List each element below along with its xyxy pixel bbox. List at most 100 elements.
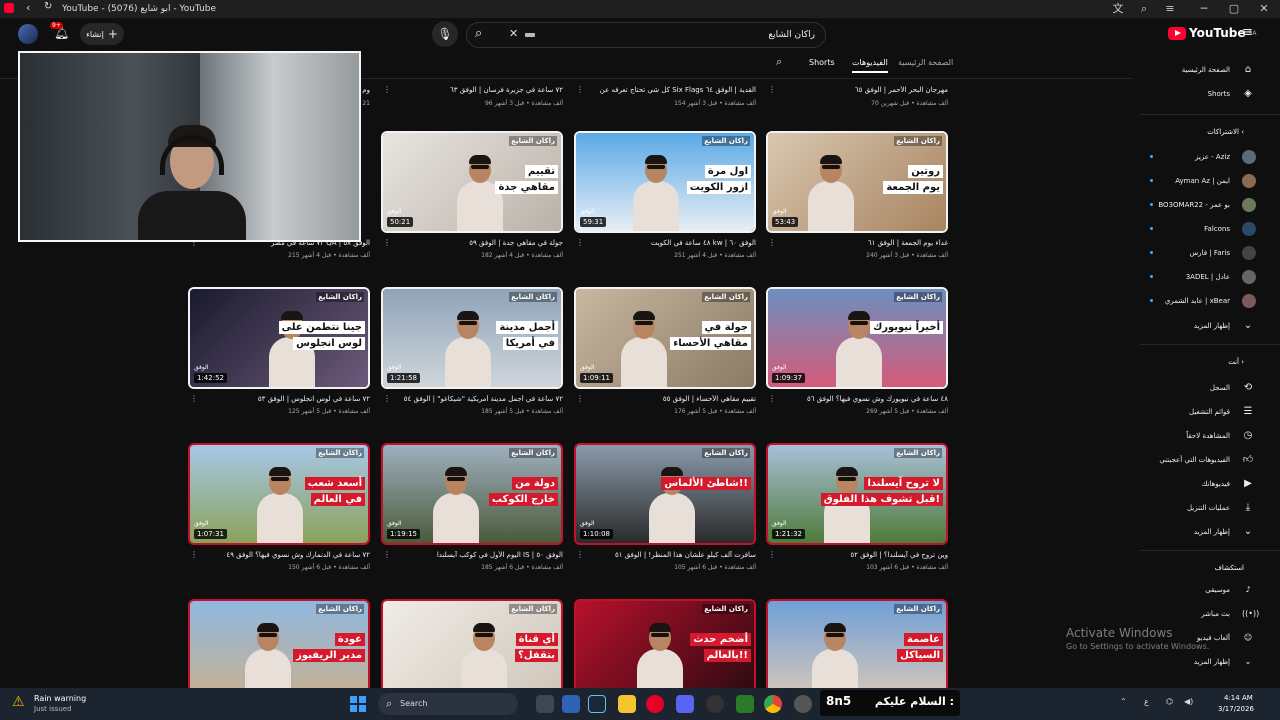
video-thumbnail[interactable]: راكان الشايع عودة مدير الريفيوز bbox=[188, 599, 370, 701]
video-thumbnail[interactable]: راكان الشايع أي قناة بتقفل؟ bbox=[381, 599, 563, 701]
sidebar-item[interactable]: ⌄ إظهار المزيد bbox=[1132, 652, 1280, 672]
keyboard-language[interactable]: ع bbox=[1144, 697, 1149, 706]
maximize-button[interactable]: ▢ bbox=[1220, 0, 1248, 18]
app-icon[interactable] bbox=[794, 695, 812, 713]
video-thumbnail[interactable]: راكان الشايع لا تروح آيسلندا قبل تشوف هذا … bbox=[766, 443, 948, 545]
video-title[interactable]: ٤٨ ساعة في نيويورك وش نسوي فيها؟ الوفق ٥… bbox=[776, 395, 948, 403]
sidebar-item[interactable]: ◷ المشاهدة لاحقاً bbox=[1132, 426, 1280, 446]
sidebar-subscription[interactable]: عابد الشمري | xBear bbox=[1132, 291, 1280, 311]
video-title[interactable]: ٧٢ ساعة في جزيرة فرسان | الوفق ٦٣ bbox=[391, 86, 563, 94]
tab-videos[interactable]: الفيديوهات bbox=[852, 58, 888, 73]
more-options-icon[interactable]: ⋮ bbox=[190, 550, 198, 559]
tab-home[interactable]: الصفحة الرئيسية bbox=[898, 58, 953, 67]
clear-search-icon[interactable]: ✕ bbox=[509, 27, 518, 40]
clock-date[interactable]: 3/17/2026 bbox=[1218, 705, 1254, 713]
clock-time[interactable]: 4:14 AM bbox=[1224, 694, 1253, 702]
video-title[interactable]: تقييم مقاهي الأحساء | الوفق ٥٥ bbox=[584, 395, 756, 403]
notifications-button[interactable]: 🔔︎ 9+ bbox=[50, 22, 70, 42]
volume-icon[interactable]: ◀) bbox=[1184, 697, 1193, 706]
steam-icon[interactable] bbox=[588, 695, 606, 713]
sidebar-item[interactable]: ⤓ عمليات التنزيل bbox=[1132, 498, 1280, 518]
pinterest-icon[interactable] bbox=[646, 695, 664, 713]
taskbar-search[interactable]: ⌕ Search bbox=[378, 693, 518, 715]
more-options-icon[interactable]: ⋮ bbox=[576, 85, 584, 94]
you-heading[interactable]: أنت › bbox=[1228, 358, 1244, 366]
start-button[interactable] bbox=[350, 696, 366, 712]
minimize-button[interactable]: ─ bbox=[1190, 0, 1218, 18]
video-thumbnail[interactable]: راكان الشايع دولة من خارج الكوكب الوفق 1:19:… bbox=[381, 443, 563, 545]
sidebar-subscription[interactable]: فارس | Faris bbox=[1132, 243, 1280, 263]
video-title[interactable]: وين تروح في آيسلندا؟ | الوفق ٥٢ bbox=[776, 551, 948, 559]
weather-warning-icon[interactable]: ⚠ bbox=[12, 694, 25, 710]
video-title[interactable]: سافرت آلف كيلو علشان هذا المنظر! | الوفق… bbox=[584, 551, 756, 559]
file-explorer-icon[interactable] bbox=[618, 695, 636, 713]
menu-icon[interactable]: ≡ bbox=[1156, 0, 1184, 18]
more-options-icon[interactable]: ⋮ bbox=[576, 550, 584, 559]
channel-search-icon[interactable]: ⌕ bbox=[776, 55, 782, 69]
tray-chevron-icon[interactable]: ⌃ bbox=[1120, 697, 1127, 706]
voice-search-button[interactable]: 🎙︎ bbox=[432, 21, 458, 47]
search-input[interactable]: ⌕ ✕ راكان الشايع bbox=[466, 22, 826, 48]
video-thumbnail[interactable]: راكان الشايع تقييم مقاهي جدة الوفق 50:21 bbox=[381, 131, 563, 233]
more-options-icon[interactable]: ⋮ bbox=[190, 394, 198, 403]
video-thumbnail[interactable]: راكان الشايع أسعد شعب في العالم الوفق 1:07:3… bbox=[188, 443, 370, 545]
more-options-icon[interactable]: ⋮ bbox=[576, 238, 584, 247]
video-thumbnail[interactable]: راكان الشايع اول مرة ازور الكويت الوفق 59:31 bbox=[574, 131, 756, 233]
reload-icon[interactable]: ↻ bbox=[44, 1, 52, 12]
app-icon[interactable] bbox=[562, 695, 580, 713]
sidebar-subscription[interactable]: عزيز - Aziz bbox=[1132, 147, 1280, 167]
obs-icon[interactable] bbox=[706, 695, 724, 713]
keyboard-icon[interactable] bbox=[525, 33, 535, 37]
video-thumbnail[interactable]: راكان الشايع عاصمة السياكل bbox=[766, 599, 948, 701]
sidebar-item[interactable]: ((•)) بث مباشر bbox=[1132, 604, 1280, 624]
tab-shorts[interactable]: Shorts bbox=[809, 58, 835, 67]
video-title[interactable]: ٧٢ ساعة في أجمل مدينة أمريكية "شيكاغو" |… bbox=[391, 395, 563, 403]
video-thumbnail[interactable]: راكان الشايع أضخم حدث بالعالم!! bbox=[574, 599, 756, 701]
more-options-icon[interactable]: ⋮ bbox=[383, 394, 391, 403]
search-icon[interactable]: ⌕ bbox=[475, 26, 482, 41]
video-thumbnail[interactable]: راكان الشايع شاطئ الألماس!! الوفق 1:10:08 bbox=[574, 443, 756, 545]
video-thumbnail[interactable]: راكان الشايع جولة في مقاهي الأحساء الوفق 1:0… bbox=[574, 287, 756, 389]
sidebar-item[interactable]: 👍︎ الفيديوهات التي أعجبتني bbox=[1132, 450, 1280, 470]
back-icon[interactable]: ‹ bbox=[26, 1, 30, 14]
weather-title[interactable]: Rain warning bbox=[34, 694, 86, 703]
more-options-icon[interactable]: ⋮ bbox=[768, 394, 776, 403]
video-thumbnail[interactable]: راكان الشايع أخيراً نيويورك الوفق 1:09:37 bbox=[766, 287, 948, 389]
sidebar-item[interactable]: ⌄ إظهار المزيد bbox=[1132, 522, 1280, 542]
create-button[interactable]: إنشاء + bbox=[80, 23, 124, 45]
video-title[interactable]: كل شي تحتاج تعرفه عن Six Flags القدية | … bbox=[584, 86, 756, 94]
video-title[interactable]: ٧٢ ساعة في لوس انجلوس | الوفق ٥٣ bbox=[198, 395, 370, 403]
subscriptions-heading[interactable]: الاشتراكات ‹ bbox=[1207, 128, 1244, 136]
translate-icon[interactable]: 文 bbox=[1104, 0, 1132, 18]
more-options-icon[interactable]: ⋮ bbox=[768, 550, 776, 559]
avatar[interactable] bbox=[18, 24, 38, 44]
sidebar-item-shorts[interactable]: ◈ Shorts bbox=[1132, 84, 1280, 104]
more-options-icon[interactable]: ⋮ bbox=[383, 550, 391, 559]
sidebar-item[interactable]: ⟲ السجل bbox=[1132, 378, 1280, 398]
zoom-icon[interactable]: ⌕ bbox=[1130, 0, 1158, 18]
video-title[interactable]: غداء يوم الجمعة | الوفق ٦١ bbox=[776, 239, 948, 247]
guide-menu-icon[interactable]: ≡ bbox=[1242, 25, 1253, 40]
sidebar-item-home[interactable]: ⌂ الصفحة الرئيسية bbox=[1132, 60, 1280, 80]
sidebar-show-more[interactable]: ⌄ إظهار المزيد bbox=[1132, 316, 1280, 336]
video-thumbnail[interactable]: راكان الشايع روتين يوم الجمعة الوفق 53:43 bbox=[766, 131, 948, 233]
discord-icon[interactable] bbox=[676, 695, 694, 713]
sidebar-item[interactable]: ♪ موسيقى bbox=[1132, 580, 1280, 600]
network-icon[interactable]: ⌬ bbox=[1166, 697, 1173, 706]
more-options-icon[interactable]: ⋮ bbox=[576, 394, 584, 403]
sidebar-item[interactable]: ☰ قوائم التشغيل bbox=[1132, 402, 1280, 422]
sidebar-subscription[interactable]: Falcons bbox=[1132, 219, 1280, 239]
sidebar-subscription[interactable]: BO3OMAR22 - بو عمر bbox=[1132, 195, 1280, 215]
sidebar-item[interactable]: ▶ فيديوهاتك bbox=[1132, 474, 1280, 494]
video-title[interactable]: جولة في مقاهي جدة | الوفق ٥٩ bbox=[391, 239, 563, 247]
close-button[interactable]: ✕ bbox=[1250, 0, 1278, 18]
chrome-icon[interactable] bbox=[764, 695, 782, 713]
video-title[interactable]: اليوم الأول في كوكب آيسلندا IS | الوفق ٥… bbox=[391, 551, 563, 559]
video-thumbnail[interactable]: راكان الشايع جينا نتطمن على لوس انجلوس الوف… bbox=[188, 287, 370, 389]
more-options-icon[interactable]: ⋮ bbox=[768, 85, 776, 94]
task-view-icon[interactable] bbox=[536, 695, 554, 713]
more-options-icon[interactable]: ⋮ bbox=[383, 238, 391, 247]
video-title[interactable]: ٧٢ ساعة في الدنمارك وش نسوي فيها؟ الوفق … bbox=[198, 551, 370, 559]
sidebar-subscription[interactable]: Ayman Az | ايمن bbox=[1132, 171, 1280, 191]
video-title[interactable]: ٤٨ ساعة في الكويت kw | الوفق ٦٠ bbox=[584, 239, 756, 247]
